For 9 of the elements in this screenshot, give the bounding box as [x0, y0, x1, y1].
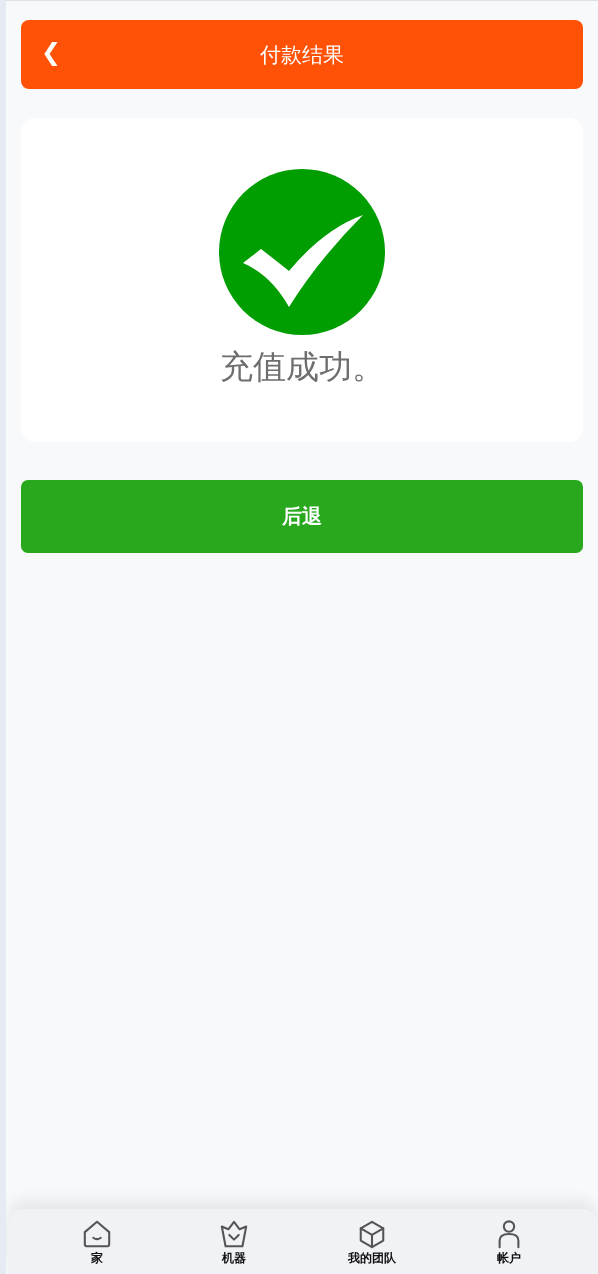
person-tab[interactable]: 帐户 [459, 1209, 560, 1274]
cube-tab[interactable]: 我的团队 [321, 1209, 422, 1274]
success-check-icon [219, 169, 385, 335]
crown-tab[interactable]: 机器 [184, 1209, 285, 1274]
success-message: 充值成功。 [219, 346, 385, 388]
house-icon [81, 1219, 112, 1249]
home-tab[interactable]: 家 [46, 1209, 147, 1274]
crown-icon [219, 1219, 250, 1249]
page-title: 付款结果 [260, 41, 344, 69]
